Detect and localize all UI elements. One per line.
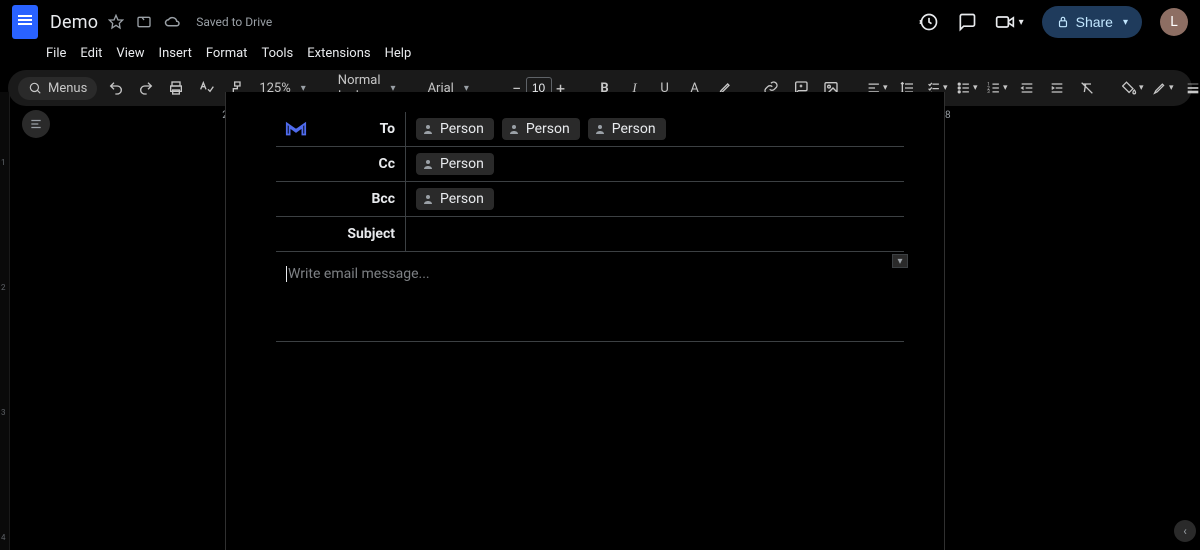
subject-field[interactable]	[406, 224, 904, 244]
menu-format[interactable]: Format	[206, 46, 248, 61]
subject-label: Subject	[316, 217, 406, 251]
person-chip[interactable]: Person	[416, 153, 494, 175]
share-label: Share	[1076, 14, 1113, 30]
saved-status: Saved to Drive	[196, 15, 272, 29]
chip-label: Person	[440, 191, 484, 207]
history-icon[interactable]	[919, 12, 939, 32]
to-label: To	[316, 112, 406, 146]
email-bcc-row: Bcc Person	[276, 181, 904, 216]
move-icon[interactable]	[136, 14, 152, 30]
docs-logo-icon[interactable]	[12, 5, 38, 39]
chip-label: Person	[440, 121, 484, 137]
chevron-down-icon: ▾	[1123, 17, 1128, 28]
vruler-tick: 1	[1, 158, 6, 167]
menu-insert[interactable]: Insert	[159, 46, 192, 61]
vruler-tick: 2	[1, 283, 6, 292]
menu-file[interactable]: File	[46, 46, 66, 61]
document-title[interactable]: Demo	[50, 12, 98, 33]
email-body-field[interactable]: ▾ Write email message...	[276, 252, 904, 342]
menu-extensions[interactable]: Extensions	[307, 46, 370, 61]
account-avatar[interactable]: L	[1160, 8, 1188, 36]
document-page[interactable]: To Person Person Person Cc Person Bcc Pers…	[225, 92, 945, 550]
gmail-icon	[285, 120, 307, 138]
email-draft-block: To Person Person Person Cc Person Bcc Pers…	[276, 112, 904, 342]
vruler-tick: 3	[1, 408, 6, 417]
comments-icon[interactable]	[957, 12, 977, 32]
person-chip[interactable]: Person	[588, 118, 666, 140]
chevron-down-icon: ▾	[1019, 17, 1024, 28]
body-placeholder: Write email message...	[288, 266, 430, 282]
chip-label: Person	[440, 156, 484, 172]
menu-view[interactable]: View	[116, 46, 144, 61]
person-chip[interactable]: Person	[416, 188, 494, 210]
email-cc-row: Cc Person	[276, 146, 904, 181]
chip-label: Person	[526, 121, 570, 137]
star-icon[interactable]	[108, 14, 124, 30]
expand-handle[interactable]: ▾	[892, 254, 908, 268]
cc-label: Cc	[316, 147, 406, 181]
vruler-tick: 4	[1, 533, 6, 542]
vertical-ruler[interactable]: 1 2 3 4	[0, 92, 10, 550]
titlebar: Demo Saved to Drive ▾ Share	[0, 0, 1200, 44]
explore-button[interactable]: ‹	[1174, 520, 1196, 542]
text-cursor	[286, 266, 287, 282]
email-subject-row: Subject	[276, 216, 904, 251]
menu-tools[interactable]: Tools	[261, 46, 293, 61]
cloud-saved-icon[interactable]	[164, 15, 182, 29]
share-button[interactable]: Share ▾	[1042, 6, 1142, 38]
menu-edit[interactable]: Edit	[80, 46, 102, 61]
meet-button[interactable]: ▾	[995, 14, 1024, 30]
chip-label: Person	[612, 121, 656, 137]
menubar: File Edit View Insert Format Tools Exten…	[0, 44, 1200, 66]
person-chip[interactable]: Person	[502, 118, 580, 140]
bcc-label: Bcc	[316, 182, 406, 216]
person-chip[interactable]: Person	[416, 118, 494, 140]
show-outline-button[interactable]	[22, 110, 50, 138]
email-to-row: To Person Person Person	[276, 112, 904, 146]
editor-area: 1 2 3 4 To Person Person Person Cc Person	[0, 92, 1200, 550]
menu-help[interactable]: Help	[385, 46, 412, 61]
